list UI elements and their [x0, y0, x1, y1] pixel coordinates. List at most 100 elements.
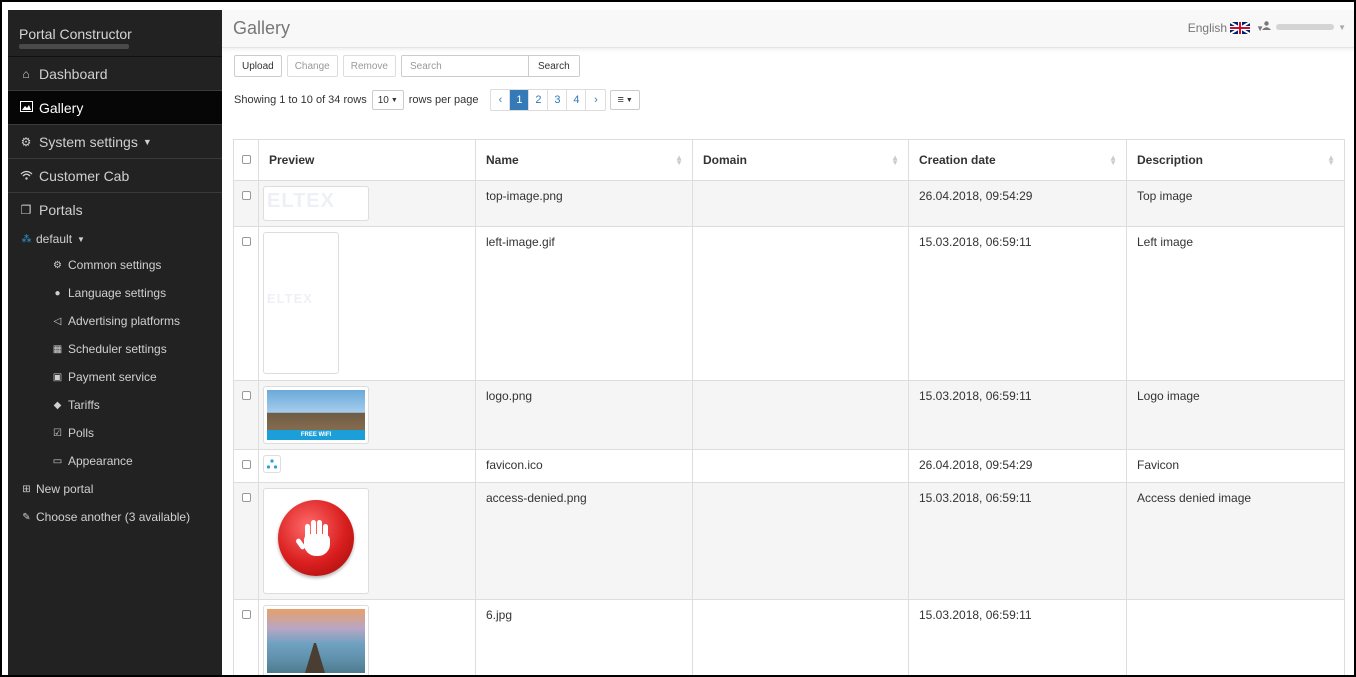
- row-checkbox[interactable]: [241, 191, 251, 200]
- pager-prev[interactable]: ‹: [491, 90, 511, 110]
- sidebar-item-tariffs[interactable]: ◆ Tariffs: [8, 391, 222, 419]
- uk-flag-icon: [1230, 22, 1251, 34]
- pier-sunset-image: [267, 609, 365, 673]
- domain-cell: [692, 380, 909, 450]
- domain-cell: [692, 599, 909, 675]
- table-row[interactable]: FREE WIFI logo.png 15.03.2018, 06:59:11 …: [233, 380, 1345, 450]
- user-menu[interactable]: ▼: [1262, 21, 1346, 33]
- change-button[interactable]: Change: [286, 55, 338, 77]
- date-cell: 15.03.2018, 06:59:11: [908, 226, 1127, 381]
- column-header-creation-date[interactable]: Creation date ▲ ▼: [908, 139, 1127, 181]
- name-cell: logo.png: [475, 380, 693, 450]
- brand[interactable]: Portal Constructor: [8, 10, 222, 57]
- sidebar-item-label: Choose another (3 available): [36, 510, 191, 524]
- preview-cell: ELTEX: [258, 180, 476, 227]
- preview-cell: [258, 449, 476, 483]
- description-cell: Access denied image: [1126, 482, 1345, 600]
- column-header-description[interactable]: Description ▲ ▼: [1126, 139, 1345, 181]
- sidebar-item-advertising-platforms[interactable]: ◁ Advertising platforms: [8, 307, 222, 335]
- preview-thumbnail[interactable]: ELTEX: [263, 186, 369, 221]
- sidebar-portal-default[interactable]: ⁂ default ▼: [8, 227, 222, 251]
- table-row[interactable]: ELTEX top-image.png 26.04.2018, 09:54:29…: [233, 180, 1345, 227]
- caret-down-icon: ▼: [77, 234, 85, 244]
- sidebar-item-label: Customer Cab: [39, 167, 130, 184]
- language-selector[interactable]: English ▼: [1188, 21, 1264, 35]
- brand-title: Portal Constructor: [19, 26, 132, 42]
- select-all-checkbox[interactable]: [241, 155, 251, 164]
- cog-icon: ⚙: [53, 259, 62, 271]
- user-icon: [1262, 21, 1272, 33]
- preview-thumbnail[interactable]: [263, 605, 369, 675]
- preview-thumbnail[interactable]: [263, 488, 369, 594]
- column-header-domain[interactable]: Domain ▲ ▼: [692, 139, 909, 181]
- row-checkbox-cell: [233, 226, 259, 381]
- name-cell: top-image.png: [475, 180, 693, 227]
- row-checkbox[interactable]: [241, 460, 251, 469]
- eltex-logo: ELTEX: [267, 190, 335, 212]
- portal-label: default: [36, 232, 73, 246]
- sidebar-item-label: System settings: [39, 133, 138, 150]
- preview-cell: [258, 482, 476, 600]
- description-cell: Left image: [1126, 226, 1345, 381]
- bullhorn-icon: ◁: [53, 315, 62, 327]
- rows-per-page-value: 10: [377, 94, 389, 106]
- sidebar-item-common-settings[interactable]: ⚙ Common settings: [8, 251, 222, 279]
- table-row[interactable]: favicon.ico 26.04.2018, 09:54:29 Favicon: [233, 449, 1345, 483]
- table-row[interactable]: 6.jpg 15.03.2018, 06:59:11: [233, 599, 1345, 675]
- sidebar-item-scheduler-settings[interactable]: ▦ Scheduler settings: [8, 335, 222, 363]
- sidebar-item-choose-another[interactable]: ✎ Choose another (3 available): [8, 503, 222, 531]
- row-checkbox[interactable]: [241, 237, 251, 246]
- favicon-icon: [266, 459, 278, 469]
- sidebar-item-label: New portal: [36, 482, 94, 496]
- sidebar-item-polls[interactable]: ☑ Polls: [8, 419, 222, 447]
- row-checkbox[interactable]: [241, 610, 251, 619]
- sidebar-item-label: Polls: [68, 426, 95, 440]
- remove-button[interactable]: Remove: [342, 55, 396, 77]
- sidebar-item-system-settings[interactable]: ⚙ System settings ▼: [8, 125, 222, 159]
- pager-next[interactable]: ›: [586, 90, 605, 110]
- sidebar-item-gallery[interactable]: Gallery: [8, 91, 222, 125]
- sidebar-item-dashboard[interactable]: ⌂ Dashboard: [8, 57, 222, 91]
- preview-thumbnail[interactable]: [263, 455, 281, 473]
- globe-icon: ●: [54, 287, 61, 299]
- preview-thumbnail[interactable]: FREE WIFI: [263, 386, 369, 444]
- upload-button[interactable]: Upload: [234, 55, 282, 77]
- sort-icon: ▲ ▼: [1327, 153, 1335, 167]
- pager-page-2[interactable]: 2: [529, 90, 549, 110]
- building-image: FREE WIFI: [267, 390, 365, 440]
- search-input[interactable]: Search: [400, 55, 528, 77]
- sidebar-item-appearance[interactable]: ▭ Appearance: [8, 447, 222, 475]
- sidebar-item-new-portal[interactable]: ⊞ New portal: [8, 475, 222, 503]
- column-header-name[interactable]: Name ▲ ▼: [475, 139, 693, 181]
- sidebar-item-label: Language settings: [68, 286, 167, 300]
- sidebar-item-payment-service[interactable]: ▣ Payment service: [8, 363, 222, 391]
- pager-page-1[interactable]: 1: [510, 90, 530, 110]
- row-checkbox[interactable]: [241, 493, 251, 502]
- date-cell: 15.03.2018, 06:59:11: [908, 482, 1127, 600]
- search-button[interactable]: Search: [527, 55, 580, 77]
- column-header-preview: Preview: [258, 139, 476, 181]
- date-cell: 26.04.2018, 09:54:29: [908, 449, 1127, 483]
- preview-thumbnail[interactable]: ELTEX: [263, 232, 339, 374]
- pager-page-3[interactable]: 3: [548, 90, 568, 110]
- rows-per-page-select[interactable]: 10 ▼: [371, 90, 404, 110]
- username-redacted: [1276, 24, 1335, 30]
- row-checkbox-cell: [233, 482, 259, 600]
- sidebar-item-portals[interactable]: ❐ Portals: [8, 193, 222, 227]
- sidebar-item-label: Advertising platforms: [68, 314, 181, 328]
- column-label: Preview: [269, 153, 315, 167]
- row-checkbox-cell: [233, 599, 259, 675]
- table-row[interactable]: ELTEX left-image.gif 15.03.2018, 06:59:1…: [233, 226, 1345, 381]
- image-icon: [18, 100, 34, 115]
- table-row[interactable]: access-denied.png 15.03.2018, 06:59:11 A…: [233, 482, 1345, 600]
- sidebar-item-language-settings[interactable]: ● Language settings: [8, 279, 222, 307]
- caret-down-icon: ▼: [1338, 22, 1346, 32]
- preview-cell: ELTEX: [258, 226, 476, 381]
- brand-subtitle-redacted: [19, 44, 129, 49]
- pager-page-4[interactable]: 4: [567, 90, 587, 110]
- sidebar-item-customer-cab[interactable]: Customer Cab: [8, 159, 222, 193]
- column-label: Creation date: [919, 153, 996, 167]
- row-checkbox[interactable]: [241, 391, 251, 400]
- language-label: English: [1187, 21, 1228, 35]
- columns-toggle-button[interactable]: ≡ ▼: [610, 90, 640, 110]
